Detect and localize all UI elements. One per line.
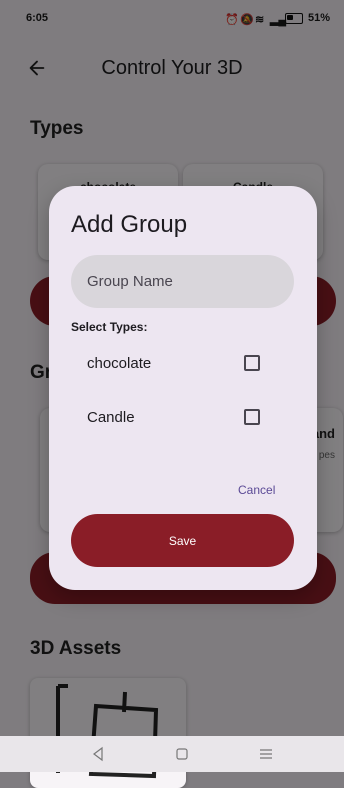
- chocolate-checkbox[interactable]: [244, 355, 260, 371]
- select-types-label: Select Types:: [71, 320, 148, 334]
- cancel-button[interactable]: Cancel: [238, 483, 275, 497]
- add-group-dialog: Add Group Select Types: chocolate Candle…: [49, 186, 317, 590]
- candle-checkbox[interactable]: [244, 409, 260, 425]
- nav-back-icon[interactable]: [90, 746, 106, 762]
- type-option-chocolate[interactable]: chocolate: [87, 352, 267, 376]
- nav-home-icon[interactable]: [174, 746, 190, 762]
- nav-menu-icon[interactable]: [258, 746, 274, 762]
- save-button[interactable]: Save: [71, 514, 294, 567]
- type-option-label: Candle: [87, 409, 135, 426]
- group-name-input[interactable]: [71, 255, 294, 308]
- type-option-label: chocolate: [87, 355, 152, 372]
- type-option-candle[interactable]: Candle: [87, 406, 267, 430]
- system-navigation-bar: [0, 736, 344, 772]
- dialog-title: Add Group: [71, 211, 188, 238]
